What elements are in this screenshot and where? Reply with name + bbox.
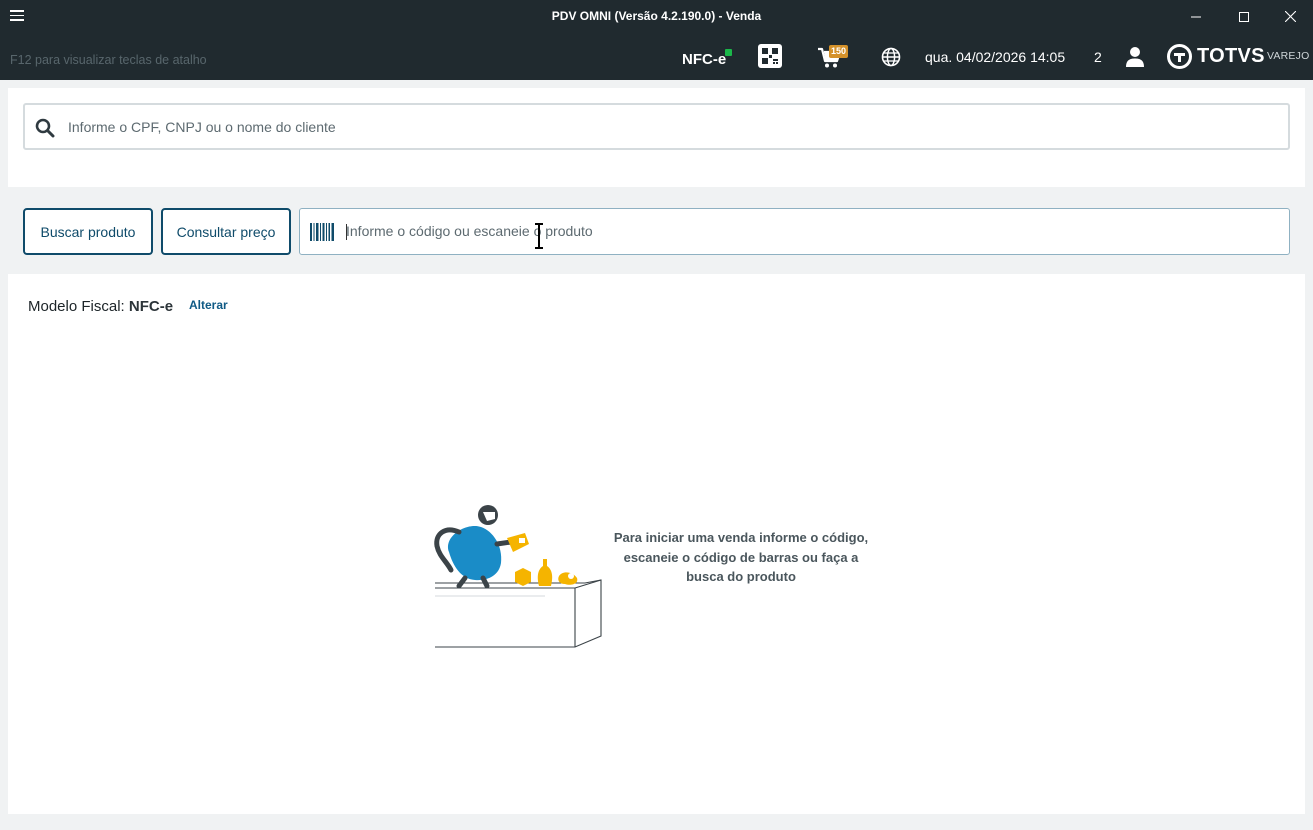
barcode-icon xyxy=(310,223,334,241)
datetime-display: qua. 04/02/2026 14:05 xyxy=(925,49,1066,65)
maximize-icon xyxy=(1239,11,1249,22)
empty-state-message: Para iniciar uma venda informe o código,… xyxy=(613,530,869,584)
brand-name: TOTVS xyxy=(1197,45,1265,67)
bottom-strip xyxy=(0,814,1313,830)
fiscal-label-text: Modelo Fiscal: xyxy=(28,298,125,315)
fiscal-model-value: NFC-e xyxy=(128,298,174,315)
window-title: PDV OMNI (Versão 4.2.190.0) - Venda xyxy=(551,9,762,23)
globe-icon[interactable] xyxy=(881,47,901,67)
price-check-button[interactable]: Consultar preço xyxy=(161,208,291,255)
product-code-input[interactable] xyxy=(346,209,1276,253)
product-code-box[interactable] xyxy=(299,208,1290,255)
minimize-button[interactable] xyxy=(1173,0,1219,33)
text-caret xyxy=(346,224,347,240)
totvs-logo-icon xyxy=(1167,44,1192,69)
sale-items-panel: Modelo Fiscal: NFC-e Alterar Para inicia… xyxy=(8,274,1305,814)
maximize-button[interactable] xyxy=(1221,0,1267,33)
search-icon xyxy=(35,118,55,138)
shortcut-hint: F12 para visualizar teclas de atalho xyxy=(10,53,207,67)
customer-panel xyxy=(8,88,1305,187)
status-online-indicator xyxy=(725,49,732,56)
title-bar: PDV OMNI (Versão 4.2.190.0) - Venda xyxy=(0,0,1313,33)
close-icon xyxy=(1284,11,1296,22)
customer-search-input[interactable] xyxy=(68,105,1268,148)
brand-suffix: VAREJO xyxy=(1267,50,1310,62)
terminal-counter: 2 xyxy=(1094,49,1102,65)
qr-code-icon[interactable] xyxy=(758,44,782,68)
fiscal-model-label: Modelo Fiscal: NFC-e xyxy=(28,298,173,315)
search-product-button[interactable]: Buscar produto xyxy=(23,208,153,255)
empty-cart-illustration xyxy=(434,505,602,648)
user-icon[interactable] xyxy=(1125,46,1145,68)
close-button[interactable] xyxy=(1267,0,1313,33)
cart-count-badge: 150 xyxy=(829,45,849,58)
change-fiscal-model-link[interactable]: Alterar xyxy=(189,298,228,312)
minimize-icon xyxy=(1191,16,1201,17)
customer-search-box[interactable] xyxy=(23,103,1290,150)
fiscal-status[interactable]: NFC-e xyxy=(682,51,726,68)
header-bar: F12 para visualizar teclas de atalho NFC… xyxy=(0,33,1313,80)
mouse-ibeam-cursor xyxy=(535,223,543,249)
